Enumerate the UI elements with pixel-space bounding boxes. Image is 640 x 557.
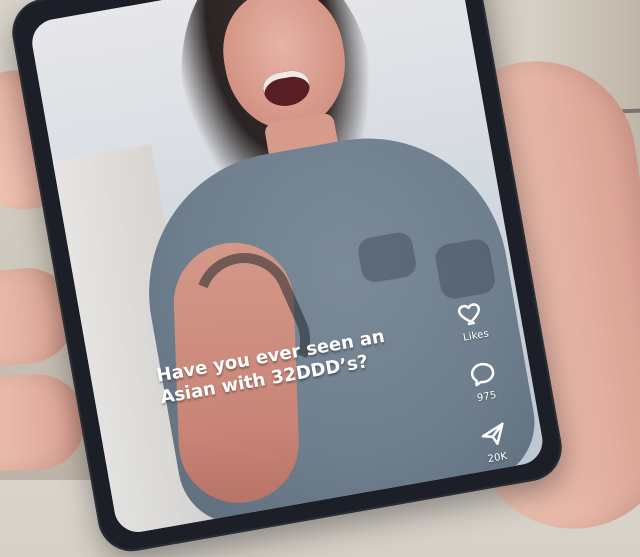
heart-icon: [455, 295, 490, 330]
share-icon: [476, 418, 511, 453]
share-action[interactable]: 20K: [452, 413, 538, 470]
comment-action[interactable]: 975: [441, 352, 527, 409]
comment-icon: [465, 357, 500, 392]
shirt-print: [433, 237, 498, 301]
